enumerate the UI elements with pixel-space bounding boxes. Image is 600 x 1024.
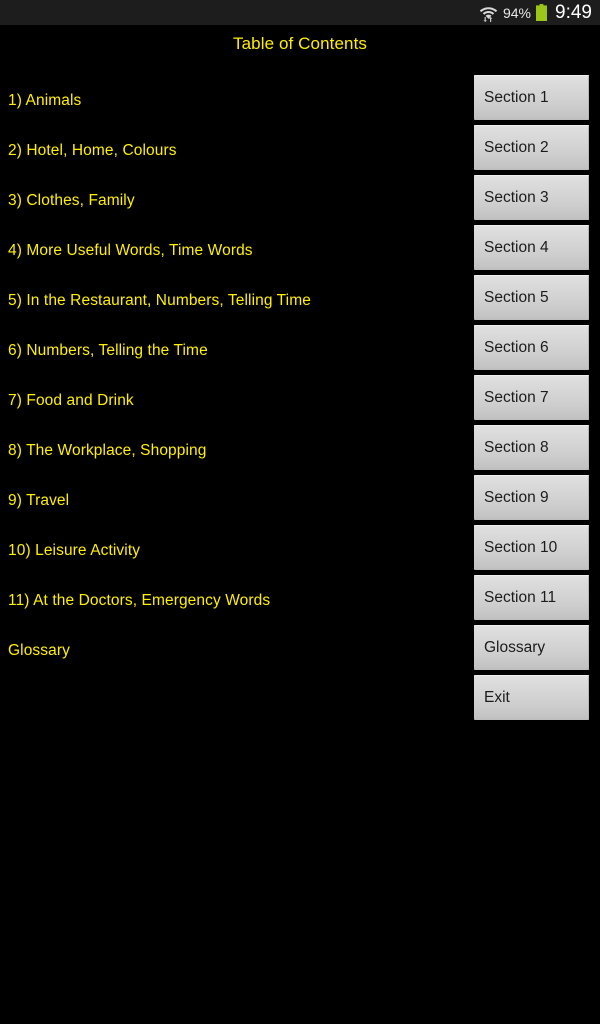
app-screen: Table of Contents 1) Animals 2) Hotel, H… <box>0 25 600 1024</box>
list-item: 6) Numbers, Telling the Time <box>0 326 460 376</box>
list-item: 4) More Useful Words, Time Words <box>0 226 460 276</box>
toc-item-label: 2) Hotel, Home, Colours <box>8 142 177 159</box>
section-11-button[interactable]: Section 11 <box>474 575 589 620</box>
section-7-button[interactable]: Section 7 <box>474 375 589 420</box>
section-1-button[interactable]: Section 1 <box>474 75 589 120</box>
toc-item-label: 3) Clothes, Family <box>8 192 135 209</box>
section-3-button[interactable]: Section 3 <box>474 175 589 220</box>
toc-item-label: 5) In the Restaurant, Numbers, Telling T… <box>8 292 311 309</box>
list-item: 7) Food and Drink <box>0 376 460 426</box>
toc-item-label: 7) Food and Drink <box>8 392 134 409</box>
section-6-button[interactable]: Section 6 <box>474 325 589 370</box>
section-5-button[interactable]: Section 5 <box>474 275 589 320</box>
toc-item-label: 9) Travel <box>8 492 70 509</box>
battery-full-icon <box>536 4 548 22</box>
glossary-button[interactable]: Glossary <box>474 625 589 670</box>
toc-list: 1) Animals 2) Hotel, Home, Colours 3) Cl… <box>0 76 460 676</box>
list-item: 10) Leisure Activity <box>0 526 460 576</box>
list-item: 1) Animals <box>0 76 460 126</box>
list-item: 9) Travel <box>0 476 460 526</box>
status-bar: 94% 9:49 <box>0 0 600 25</box>
status-bar-clock: 9:49 <box>555 2 592 23</box>
list-item: 11) At the Doctors, Emergency Words <box>0 576 460 626</box>
section-button-column: Section 1 Section 2 Section 3 Section 4 … <box>474 75 589 725</box>
wifi-icon <box>479 4 498 22</box>
toc-item-label: 11) At the Doctors, Emergency Words <box>8 592 271 609</box>
toc-item-label: 6) Numbers, Telling the Time <box>8 342 208 359</box>
section-8-button[interactable]: Section 8 <box>474 425 589 470</box>
list-item: 5) In the Restaurant, Numbers, Telling T… <box>0 276 460 326</box>
exit-button[interactable]: Exit <box>474 675 589 720</box>
list-item: 8) The Workplace, Shopping <box>0 426 460 476</box>
section-9-button[interactable]: Section 9 <box>474 475 589 520</box>
toc-item-label: 8) The Workplace, Shopping <box>8 442 207 459</box>
list-item: 3) Clothes, Family <box>0 176 460 226</box>
section-4-button[interactable]: Section 4 <box>474 225 589 270</box>
battery-percent-label: 94% <box>502 4 532 21</box>
toc-item-label: 10) Leisure Activity <box>8 542 141 559</box>
toc-item-label: 4) More Useful Words, Time Words <box>8 242 253 259</box>
toc-item-label: 1) Animals <box>8 92 82 109</box>
status-bar-right-cluster: 94% 9:49 <box>479 3 592 22</box>
section-10-button[interactable]: Section 10 <box>474 525 589 570</box>
list-item: Glossary <box>0 626 460 676</box>
toc-item-label: Glossary <box>8 642 70 659</box>
page-title: Table of Contents <box>232 34 367 53</box>
list-item: 2) Hotel, Home, Colours <box>0 126 460 176</box>
section-2-button[interactable]: Section 2 <box>474 125 589 170</box>
